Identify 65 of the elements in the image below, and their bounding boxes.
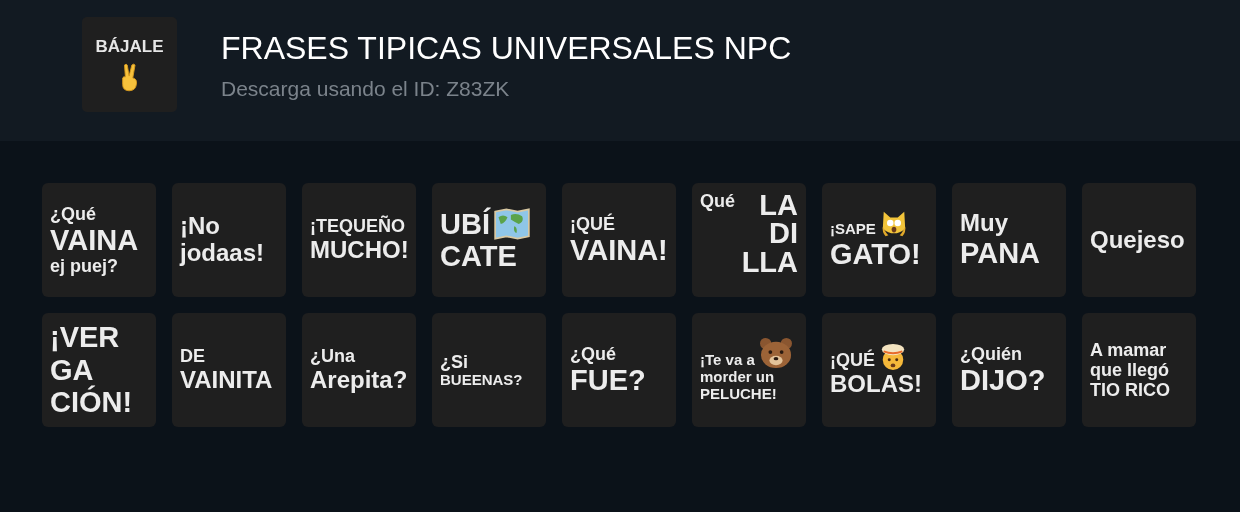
sticker-text: DIJO? xyxy=(960,363,1046,397)
sticker-text: ¡QUÉ xyxy=(830,350,875,371)
sticker-text: ¿Si xyxy=(440,351,468,372)
sticker[interactable]: ¡No jodaas! xyxy=(172,183,286,297)
sticker[interactable]: Quejeso xyxy=(1082,183,1196,297)
cover-text: BÁJALE xyxy=(95,36,164,57)
sticker-text: VAINA xyxy=(50,223,139,257)
sticker[interactable]: A mamar que llegó TIO RICO xyxy=(1082,313,1196,427)
sticker-text: ¡VER xyxy=(50,321,120,354)
sticker-text: Qué xyxy=(700,191,735,211)
sticker-text: ¡SAPE xyxy=(830,220,876,238)
sticker-text: LLA xyxy=(741,247,798,277)
map-icon xyxy=(493,208,530,240)
pack-title: FRASES TIPICAS UNIVERSALES NPC xyxy=(221,30,792,67)
sticker-text: TIO RICO xyxy=(1090,380,1170,401)
sticker-text: jodaas! xyxy=(180,240,265,267)
sticker-text: BOLAS! xyxy=(830,370,922,398)
sticker-text: PANA xyxy=(960,237,1041,270)
sticker-text: UBÍ xyxy=(440,207,490,240)
sticker-text: Arepita? xyxy=(310,366,408,394)
sticker-text: morder un xyxy=(700,369,775,386)
sticker[interactable]: ¿Qué VAINA ej puej? xyxy=(42,183,156,297)
sticker-text: VAINA! xyxy=(570,233,668,267)
sticker[interactable]: Muy PANA xyxy=(952,183,1066,297)
sticker-text: CATE xyxy=(440,240,517,273)
sticker-text: GA xyxy=(50,353,94,386)
sticker-text: A mamar xyxy=(1090,339,1167,360)
sticker-text: LA xyxy=(759,191,798,220)
download-id-text: Descarga usando el ID: Z83ZK xyxy=(221,77,511,101)
sticker-text: DI xyxy=(769,219,798,248)
sticker-text: Quejeso xyxy=(1090,226,1185,254)
sticker[interactable]: ¿Quién DIJO? xyxy=(952,313,1066,427)
sticker[interactable]: ¿Una Arepita? xyxy=(302,313,416,427)
sticker-text: PELUCHE! xyxy=(700,386,777,403)
bear-face-icon xyxy=(758,337,793,370)
sticker[interactable]: ¡Te va a morder un PELUCHE! xyxy=(692,313,806,427)
sticker-text: MUCHO! xyxy=(310,236,409,264)
sticker[interactable]: UBÍ CATE xyxy=(432,183,546,297)
sticker[interactable]: ¡QUÉ BOLAS! xyxy=(822,313,936,427)
sticker-text: ¿Quién xyxy=(960,343,1022,364)
sticker-text: CIÓN! xyxy=(50,386,133,419)
sticker-text: ej puej? xyxy=(50,256,118,277)
sticker[interactable]: ¿Si BUEENAS? xyxy=(432,313,546,427)
sticker[interactable]: ¡SAPE GATO! xyxy=(822,183,936,297)
sticker-text: ¡QUÉ xyxy=(570,213,615,234)
sticker-text: ¡Te va a xyxy=(700,352,755,370)
sticker-text: que llegó xyxy=(1090,359,1169,381)
sticker-text: Muy xyxy=(960,210,1008,238)
sticker[interactable]: ¡TEQUEÑO MUCHO! xyxy=(302,183,416,297)
sticker-text: FUE? xyxy=(570,363,646,397)
sticker-text: ¿Una xyxy=(310,346,355,367)
sticker-text: DE xyxy=(180,346,205,367)
sticker[interactable]: DE VAINITA xyxy=(172,313,286,427)
sticker-text: GATO! xyxy=(830,237,921,271)
exploding-head-icon xyxy=(879,342,907,371)
sticker[interactable]: ¡VER GA CIÓN! xyxy=(42,313,156,427)
sticker[interactable]: Qué LA DI LLA xyxy=(692,183,806,297)
sticker-text: ¡No xyxy=(180,213,220,240)
sticker-text: ¡TEQUEÑO xyxy=(310,216,405,237)
sticker[interactable]: ¿Qué FUE? xyxy=(562,313,676,427)
sticker-text: ¿Qué xyxy=(570,343,616,364)
sticker-text: ¿Qué xyxy=(50,203,96,224)
sticker[interactable]: ¡QUÉ VAINA! xyxy=(562,183,676,297)
sticker-text: BUEENAS? xyxy=(440,371,523,389)
sticker-text: VAINITA xyxy=(180,366,273,394)
